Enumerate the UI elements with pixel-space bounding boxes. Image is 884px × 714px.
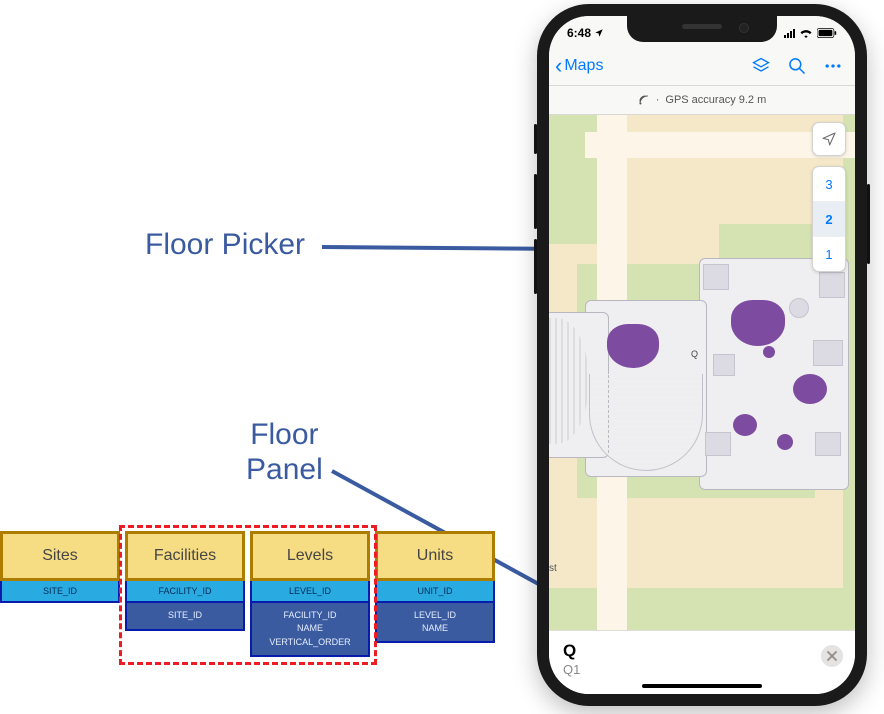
- table-pk: SITE_ID: [0, 581, 120, 603]
- signal-icon: [784, 29, 795, 38]
- floor-picker: 3 2 1: [812, 166, 846, 272]
- panel-title: Q: [563, 641, 841, 661]
- chevron-left-icon: ‹: [555, 55, 562, 77]
- panel-close-button[interactable]: [821, 645, 843, 667]
- table-fk: LEVEL_ID NAME: [375, 603, 495, 643]
- search-button[interactable]: [787, 56, 807, 76]
- close-icon: [827, 651, 837, 661]
- gps-accuracy-bar: · GPS accuracy 9.2 m: [549, 86, 855, 115]
- screen: 6:48 ‹ Maps: [549, 16, 855, 694]
- floor-picker-label: Floor Picker: [145, 228, 305, 263]
- highlight-box: [119, 525, 377, 665]
- layers-button[interactable]: [751, 56, 771, 76]
- status-time: 6:48: [567, 26, 591, 40]
- home-indicator: [642, 684, 762, 688]
- floor-button-3[interactable]: 3: [813, 167, 845, 202]
- locate-button[interactable]: [812, 122, 846, 156]
- battery-icon: [817, 28, 837, 38]
- phone-mockup: 6:48 ‹ Maps: [537, 4, 867, 706]
- more-horizontal-icon: [823, 56, 843, 76]
- table-units: Units UNIT_ID LEVEL_ID NAME: [375, 531, 495, 643]
- map-view[interactable]: Q st 3 2 1: [549, 114, 855, 630]
- notch: [627, 16, 777, 42]
- schema-tables: Sites SITE_ID Facilities FACILITY_ID SIT…: [0, 531, 496, 709]
- wifi-icon: [799, 28, 813, 38]
- map-building-label: Q: [691, 349, 698, 359]
- panel-subtitle: Q1: [563, 662, 841, 677]
- floor-button-2[interactable]: 2: [813, 202, 845, 237]
- table-pk: UNIT_ID: [375, 581, 495, 603]
- locate-icon: [821, 131, 837, 147]
- more-button[interactable]: [823, 56, 843, 76]
- search-icon: [787, 56, 807, 76]
- back-button[interactable]: ‹ Maps: [555, 55, 603, 77]
- nav-bar: ‹ Maps: [549, 46, 855, 86]
- map-scale-text: st: [549, 563, 557, 574]
- table-header: Sites: [0, 531, 120, 581]
- floor-button-1[interactable]: 1: [813, 237, 845, 271]
- table-header: Units: [375, 531, 495, 581]
- location-arrow-icon: [594, 28, 604, 38]
- layers-icon: [751, 56, 771, 76]
- satellite-icon: [638, 94, 650, 106]
- floor-panel-label: Floor Panel: [246, 418, 323, 487]
- table-sites: Sites SITE_ID: [0, 531, 120, 603]
